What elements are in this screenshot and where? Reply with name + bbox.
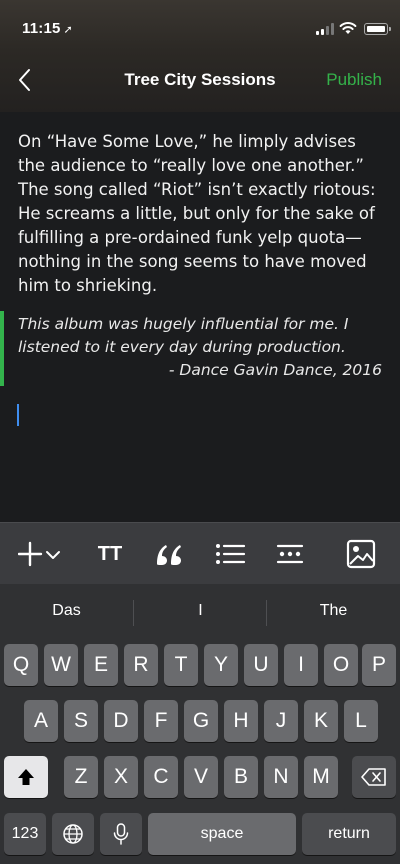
key-g[interactable]: G xyxy=(184,700,218,742)
suggestion-bar: Das I The xyxy=(0,584,400,640)
dictation-key[interactable] xyxy=(100,813,142,855)
key-h[interactable]: H xyxy=(224,700,258,742)
shift-key[interactable] xyxy=(4,756,48,798)
key-o[interactable]: O xyxy=(324,644,358,686)
key-m[interactable]: M xyxy=(304,756,338,798)
key-z[interactable]: Z xyxy=(64,756,98,798)
suggestion-1[interactable]: Das xyxy=(0,602,133,620)
globe-icon xyxy=(63,824,83,844)
wifi-icon xyxy=(339,22,357,34)
cellular-signal-icon xyxy=(316,23,334,35)
status-time: 11:15 ➚ xyxy=(22,20,73,37)
list-icon[interactable] xyxy=(212,536,248,572)
globe-key[interactable] xyxy=(52,813,94,855)
key-u[interactable]: U xyxy=(244,644,278,686)
shift-arrow-icon xyxy=(18,769,34,785)
location-arrow-icon: ➚ xyxy=(63,24,73,36)
separator-icon[interactable] xyxy=(272,536,308,572)
body-paragraph[interactable]: On “Have Some Love,” he limply advises t… xyxy=(18,130,384,298)
key-f[interactable]: F xyxy=(144,700,178,742)
key-p[interactable]: P xyxy=(362,644,396,686)
blockquote[interactable]: This album was hugely influential for me… xyxy=(0,311,400,386)
editor-area[interactable]: On “Have Some Love,” he limply advises t… xyxy=(0,112,400,522)
microphone-icon xyxy=(113,823,129,845)
status-bar: 11:15 ➚ xyxy=(0,0,400,56)
plus-dropdown-icon[interactable] xyxy=(18,536,64,572)
key-n[interactable]: N xyxy=(264,756,298,798)
key-r[interactable]: R xyxy=(124,644,158,686)
key-l[interactable]: L xyxy=(344,700,378,742)
backspace-icon xyxy=(361,768,386,786)
quote-text[interactable]: This album was hugely influential for me… xyxy=(18,313,384,382)
nav-bar: Tree City Sessions Publish xyxy=(0,56,400,106)
suggestion-2[interactable]: I xyxy=(134,602,267,620)
key-v[interactable]: V xyxy=(184,756,218,798)
key-y[interactable]: Y xyxy=(204,644,238,686)
suggestion-3[interactable]: The xyxy=(267,602,400,620)
key-k[interactable]: K xyxy=(304,700,338,742)
key-x[interactable]: X xyxy=(104,756,138,798)
header-area: 11:15 ➚ Tree City Sessions Publish xyxy=(0,0,400,112)
key-a[interactable]: A xyxy=(24,700,58,742)
image-icon[interactable] xyxy=(344,536,378,572)
key-e[interactable]: E xyxy=(84,644,118,686)
key-i[interactable]: I xyxy=(284,644,318,686)
quote-icon[interactable] xyxy=(152,536,186,572)
text-cursor xyxy=(17,404,19,426)
numbers-key[interactable]: 123 xyxy=(4,813,46,855)
key-q[interactable]: Q xyxy=(4,644,38,686)
key-d[interactable]: D xyxy=(104,700,138,742)
space-key[interactable]: space xyxy=(148,813,296,855)
time-text: 11:15 xyxy=(22,20,61,37)
keyboard: Das I The Q W E R T Y U I O P A S D F G … xyxy=(0,584,400,864)
format-toolbar: TT xyxy=(0,522,400,584)
quote-bar xyxy=(0,311,4,386)
key-w[interactable]: W xyxy=(44,644,78,686)
delete-key[interactable] xyxy=(352,756,396,798)
key-j[interactable]: J xyxy=(264,700,298,742)
key-s[interactable]: S xyxy=(64,700,98,742)
key-b[interactable]: B xyxy=(224,756,258,798)
battery-icon xyxy=(364,23,391,35)
return-key[interactable]: return xyxy=(302,813,396,855)
publish-button[interactable]: Publish xyxy=(326,70,382,90)
text-size-icon[interactable]: TT xyxy=(94,536,126,572)
key-t[interactable]: T xyxy=(164,644,198,686)
key-c[interactable]: C xyxy=(144,756,178,798)
quote-body: This album was hugely influential for me… xyxy=(18,315,349,356)
quote-attribution: - Dance Gavin Dance, 2016 xyxy=(168,361,382,379)
